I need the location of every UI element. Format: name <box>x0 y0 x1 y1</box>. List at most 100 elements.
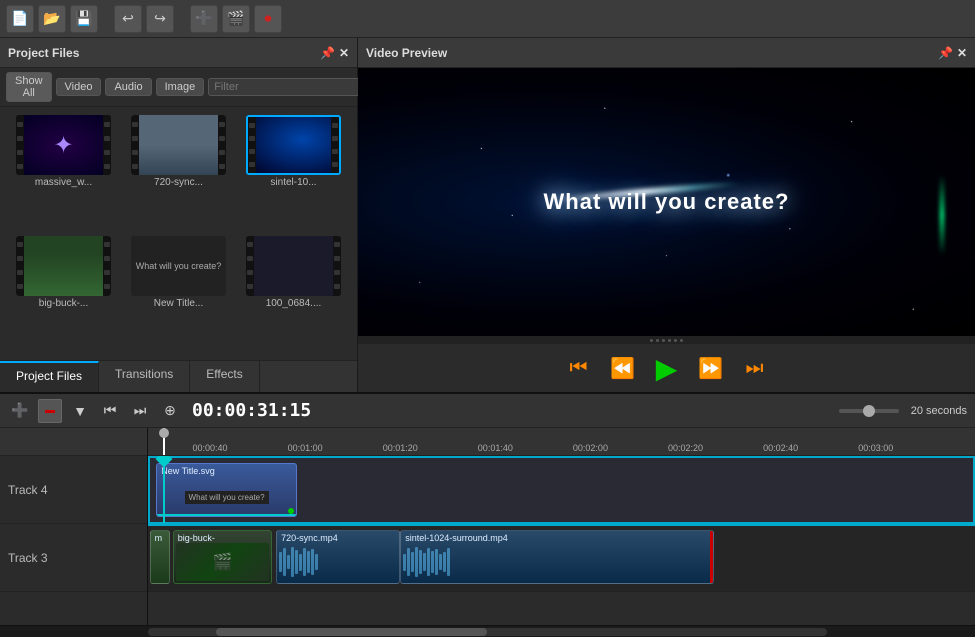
right-panel: Video Preview 📌 ✕ What will you create? <box>358 38 975 392</box>
preview-close-icon[interactable]: ✕ <box>957 46 967 60</box>
file-thumb-bigbuck <box>16 236 111 296</box>
jump-end-button[interactable]: ⏭ <box>128 399 152 423</box>
project-files-title: Project Files <box>8 46 79 60</box>
film-strip-left <box>16 115 24 175</box>
clip-bigbuck-icon: 🎬 <box>176 543 269 581</box>
rewind-start-button[interactable]: ⏮ <box>563 352 595 384</box>
clip-bigbuck-label: big-buck- <box>178 533 215 543</box>
resize-handle[interactable] <box>358 336 975 344</box>
video-preview-area: What will you create? <box>358 68 975 336</box>
file-item-massive[interactable]: massive_w... <box>8 115 119 232</box>
film-strip-right4 <box>103 236 111 296</box>
clip-sintel[interactable]: sintel-1024-surround.mp4 <box>400 530 714 584</box>
file-name-bigbuck: big-buck-... <box>39 298 88 309</box>
jump-start-button[interactable]: ⏮ <box>98 399 122 423</box>
new-button[interactable]: 📄 <box>6 5 34 33</box>
zoom-slider[interactable] <box>839 409 899 413</box>
file-item-100_0684[interactable]: 100_0684.... <box>238 236 349 353</box>
ruler-time-100: 00:01:00 <box>288 443 323 453</box>
ruler-time-300: 00:03:00 <box>858 443 893 453</box>
filter-bar: Show All Video Audio Image 🧹 <box>0 68 357 107</box>
tab-transitions[interactable]: Transitions <box>99 361 190 392</box>
clip-720sync[interactable]: 720-sync.mp4 <box>276 530 400 584</box>
play-button[interactable]: ▶ <box>651 352 683 384</box>
project-files-icons: 📌 ✕ <box>320 46 349 60</box>
film-strip-right5 <box>333 236 341 296</box>
clip-m-label: m <box>155 533 163 543</box>
file-item-sintel[interactable]: sintel-10... <box>238 115 349 232</box>
file-item-720sync[interactable]: 720-sync... <box>123 115 234 232</box>
timestamp-area: 00:00:31:15 <box>192 400 311 421</box>
track-3-row[interactable]: m big-buck- 🎬 <box>148 524 975 592</box>
close-icon[interactable]: ✕ <box>339 46 349 60</box>
image-filter-button[interactable]: Image <box>156 78 205 96</box>
zoom-handle[interactable] <box>863 405 875 417</box>
audio-filter-button[interactable]: Audio <box>105 78 151 96</box>
file-item-newtitle[interactable]: What will you create? New Title... <box>123 236 234 353</box>
forward-end-button[interactable]: ⏭ <box>739 352 771 384</box>
track-4-label: Track 4 <box>0 456 147 524</box>
clip-m[interactable]: m <box>150 530 171 584</box>
main-toolbar: 📄 📂 💾 ↩ ↪ ➕ 🎬 ⏺ <box>0 0 975 38</box>
file-name-newtitle: New Title... <box>154 298 203 309</box>
add-track-button[interactable]: ➕ <box>8 399 32 423</box>
clip-bigbuck[interactable]: big-buck- 🎬 <box>173 530 272 584</box>
preview-text: What will you create? <box>544 189 790 215</box>
clip-bigbuck-thumb: 🎬 <box>176 543 269 581</box>
zoom-control: 20 seconds <box>839 405 967 417</box>
red-end-marker <box>710 531 713 583</box>
timestamp-display: 00:00:31:15 <box>192 400 311 421</box>
resize-dots <box>650 339 683 342</box>
import-clip-button[interactable]: ⊕ <box>158 399 182 423</box>
pin-icon[interactable]: 📌 <box>320 46 335 60</box>
ruler-time-120: 00:01:20 <box>383 443 418 453</box>
show-all-button[interactable]: Show All <box>6 72 52 102</box>
file-thumb-100_0684 <box>246 236 341 296</box>
track4-playhead <box>163 457 165 523</box>
ruler-time-140: 00:01:40 <box>478 443 513 453</box>
rewind-button[interactable]: ⏪ <box>607 352 639 384</box>
left-panel: Project Files 📌 ✕ Show All Video Audio I… <box>0 38 358 392</box>
clip-cyan-border <box>157 514 296 516</box>
clip-new-title-preview: What will you create? <box>157 464 296 516</box>
fast-forward-button[interactable]: ⏩ <box>695 352 727 384</box>
timeline-toolbar: ➕ ▬ ▼ ⏮ ⏭ ⊕ 00:00:31:15 20 seconds <box>0 394 975 428</box>
filter-button[interactable]: ▼ <box>68 399 92 423</box>
tab-project-files[interactable]: Project Files <box>0 361 99 392</box>
ruler-time-40: 00:00:40 <box>192 443 227 453</box>
file-name-720sync: 720-sync... <box>154 177 203 188</box>
track3-top-border <box>148 524 975 526</box>
track-3-label-text: Track 3 <box>8 551 48 565</box>
playback-controls: ⏮ ⏪ ▶ ⏩ ⏭ <box>358 344 975 392</box>
preview-header: Video Preview 📌 ✕ <box>358 38 975 68</box>
video-filter-button[interactable]: Video <box>56 78 102 96</box>
h-scrollbar[interactable] <box>148 628 827 636</box>
content-area: Project Files 📌 ✕ Show All Video Audio I… <box>0 38 975 637</box>
import-button[interactable]: ➕ <box>190 5 218 33</box>
preview-pin-icon[interactable]: 📌 <box>938 46 953 60</box>
export-button[interactable]: 🎬 <box>222 5 250 33</box>
track-3-label: Track 3 <box>0 524 147 592</box>
timeline-body: Track 4 Track 3 00:00:40 00:01:00 00:01:… <box>0 428 975 625</box>
film-strip-right3 <box>331 117 339 173</box>
panels-row: Project Files 📌 ✕ Show All Video Audio I… <box>0 38 975 392</box>
tracks-area: New Title.svg What will you create? <box>148 456 975 625</box>
track-4-label-text: Track 4 <box>8 483 48 497</box>
save-button[interactable]: 💾 <box>70 5 98 33</box>
file-grid: massive_w... 720-sync... <box>0 107 357 360</box>
redo-button[interactable]: ↪ <box>146 5 174 33</box>
filter-input[interactable] <box>208 78 362 96</box>
file-thumb-720sync <box>131 115 226 175</box>
undo-button[interactable]: ↩ <box>114 5 142 33</box>
ruler-label-spacer <box>0 428 147 456</box>
remove-track-button[interactable]: ▬ <box>38 399 62 423</box>
track-4-row[interactable]: New Title.svg What will you create? <box>148 456 975 524</box>
clip-new-title[interactable]: New Title.svg What will you create? <box>156 463 297 517</box>
h-scroll-thumb[interactable] <box>216 628 488 636</box>
file-item-bigbuck[interactable]: big-buck-... <box>8 236 119 353</box>
record-button[interactable]: ⏺ <box>254 5 282 33</box>
preview-icons: 📌 ✕ <box>938 46 967 60</box>
tab-effects[interactable]: Effects <box>190 361 259 392</box>
open-button[interactable]: 📂 <box>38 5 66 33</box>
clip-720sync-label: 720-sync.mp4 <box>281 533 338 543</box>
